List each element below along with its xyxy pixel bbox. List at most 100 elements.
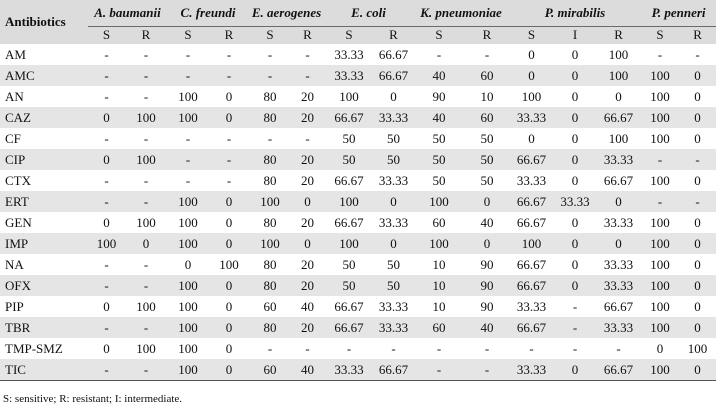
table-cell: 0 (209, 191, 249, 212)
table-cell: 66.67 (509, 254, 555, 275)
table-cell: 100 (167, 107, 209, 128)
table-cell: 0 (374, 86, 414, 107)
subheader-cell: R (465, 26, 510, 44)
table-cell: - (167, 44, 209, 65)
table-cell: 100 (641, 65, 680, 86)
table-cell: - (249, 44, 291, 65)
table-cell: 100 (249, 233, 291, 254)
table-row: AM - - - - - -33.33 66.67- -0 0 100- - (0, 44, 716, 65)
table-cell: 100 (324, 86, 374, 107)
table-cell: 0 (465, 191, 510, 212)
table-cell: - (167, 65, 209, 86)
subheader-cell: S (249, 26, 291, 44)
table-cell: 66.67 (324, 317, 374, 338)
table-cell: 0 (374, 233, 414, 254)
table-cell: - (125, 359, 167, 380)
table-cell: 60 (249, 296, 291, 317)
table-cell: 50 (465, 170, 510, 191)
table-cell: 80 (249, 86, 291, 107)
table-cell: 0 (209, 275, 249, 296)
table-cell: 33.33 (509, 296, 555, 317)
table-cell: 66.67 (374, 44, 414, 65)
table-cell: 100 (249, 191, 291, 212)
table-cell: - (125, 191, 167, 212)
table-cell: 0 (679, 107, 716, 128)
subheader-cell: S (413, 26, 466, 44)
subheader-row: SRSRSRSRSRSIRSR (0, 26, 716, 44)
table-cell: 0 (679, 233, 716, 254)
table-cell: - (291, 128, 324, 149)
table-cell: 50 (324, 149, 374, 170)
table-cell: 0 (679, 86, 716, 107)
table-cell: 33.33 (596, 149, 642, 170)
table-cell: 0 (554, 44, 597, 65)
table-cell: 33.33 (374, 107, 414, 128)
table-row: AN - -100 0 80 20 100 0 90 10 100 0 0 100 0 (0, 86, 716, 107)
table-cell: - (209, 65, 249, 86)
table-cell: 0 (554, 275, 597, 296)
table-cell: 40 (291, 359, 324, 380)
table-row: CAZ 0 100 100 0 80 20 66.67 33.33 40 60 33.33 0 66.67… (0, 107, 716, 128)
table-cell: 100 (641, 170, 680, 191)
table-cell: 50 (374, 128, 414, 149)
table-cell: 80 (249, 149, 291, 170)
table-cell: - (291, 338, 324, 359)
table-cell: 100 (641, 275, 680, 296)
table-cell: 33.33 (374, 296, 414, 317)
antibiotic-name: TMP-SMZ (0, 338, 88, 359)
table-cell: 0 (509, 44, 555, 65)
table-cell: 0 (679, 128, 716, 149)
table-cell: - (88, 359, 125, 380)
table-cell: 50 (413, 149, 466, 170)
table-cell: - (291, 44, 324, 65)
table-cell: - (167, 149, 209, 170)
table-cell: - (209, 149, 249, 170)
table-cell: 20 (291, 275, 324, 296)
table-cell: 10 (413, 296, 466, 317)
table-cell: 33.33 (554, 191, 597, 212)
table-row: GEN 0 100 100 0 80 20 66.67 33.33 60 40 66.67 0 33.33… (0, 212, 716, 233)
table-cell: 66.67 (324, 107, 374, 128)
table-cell: - (209, 44, 249, 65)
table-cell: 100 (167, 212, 209, 233)
table-cell: 100 (125, 338, 167, 359)
table-cell: - (554, 296, 597, 317)
table-cell: - (324, 338, 374, 359)
table-cell: 100 (596, 65, 642, 86)
column-header-antibiotics: Antibiotics (0, 0, 88, 44)
table-cell: 100 (88, 233, 125, 254)
table-cell: 33.33 (324, 44, 374, 65)
subheader-cell: R (209, 26, 249, 44)
table-row: CF - - - - - -50 50 50 50 0 0 100 100 0 (0, 128, 716, 149)
table-row: NA - -0 100 80 20 50 50 10 90 66.67 0 33.33 100 0 (0, 254, 716, 275)
table-cell: 66.67 (374, 359, 414, 380)
table-cell: - (88, 128, 125, 149)
table-cell: - (209, 128, 249, 149)
table-cell: 33.33 (509, 170, 555, 191)
table-cell: - (88, 170, 125, 191)
table-cell: 0 (291, 191, 324, 212)
table-cell: 0 (554, 149, 597, 170)
table-cell: - (679, 191, 716, 212)
table-cell: - (641, 44, 680, 65)
table-cell: 0 (554, 254, 597, 275)
table-cell: 100 (167, 191, 209, 212)
table-cell: 33.33 (374, 317, 414, 338)
table-cell: - (374, 338, 414, 359)
table-cell: - (249, 65, 291, 86)
organism-header: P. penneri (641, 0, 716, 27)
table-cell: - (88, 275, 125, 296)
table-cell: 66.67 (596, 107, 642, 128)
subheader-cell: S (88, 26, 125, 44)
organism-header: K. pneumoniae (413, 0, 510, 27)
table-bottom-rule (0, 380, 716, 381)
table-cell: - (641, 191, 680, 212)
table-cell: 100 (125, 212, 167, 233)
table-cell: 0 (596, 191, 642, 212)
table-cell: 20 (291, 107, 324, 128)
table-cell: 66.67 (596, 359, 642, 380)
table-cell: 50 (465, 149, 510, 170)
table-cell: 80 (249, 254, 291, 275)
table-cell: 50 (374, 254, 414, 275)
table-cell: - (125, 254, 167, 275)
